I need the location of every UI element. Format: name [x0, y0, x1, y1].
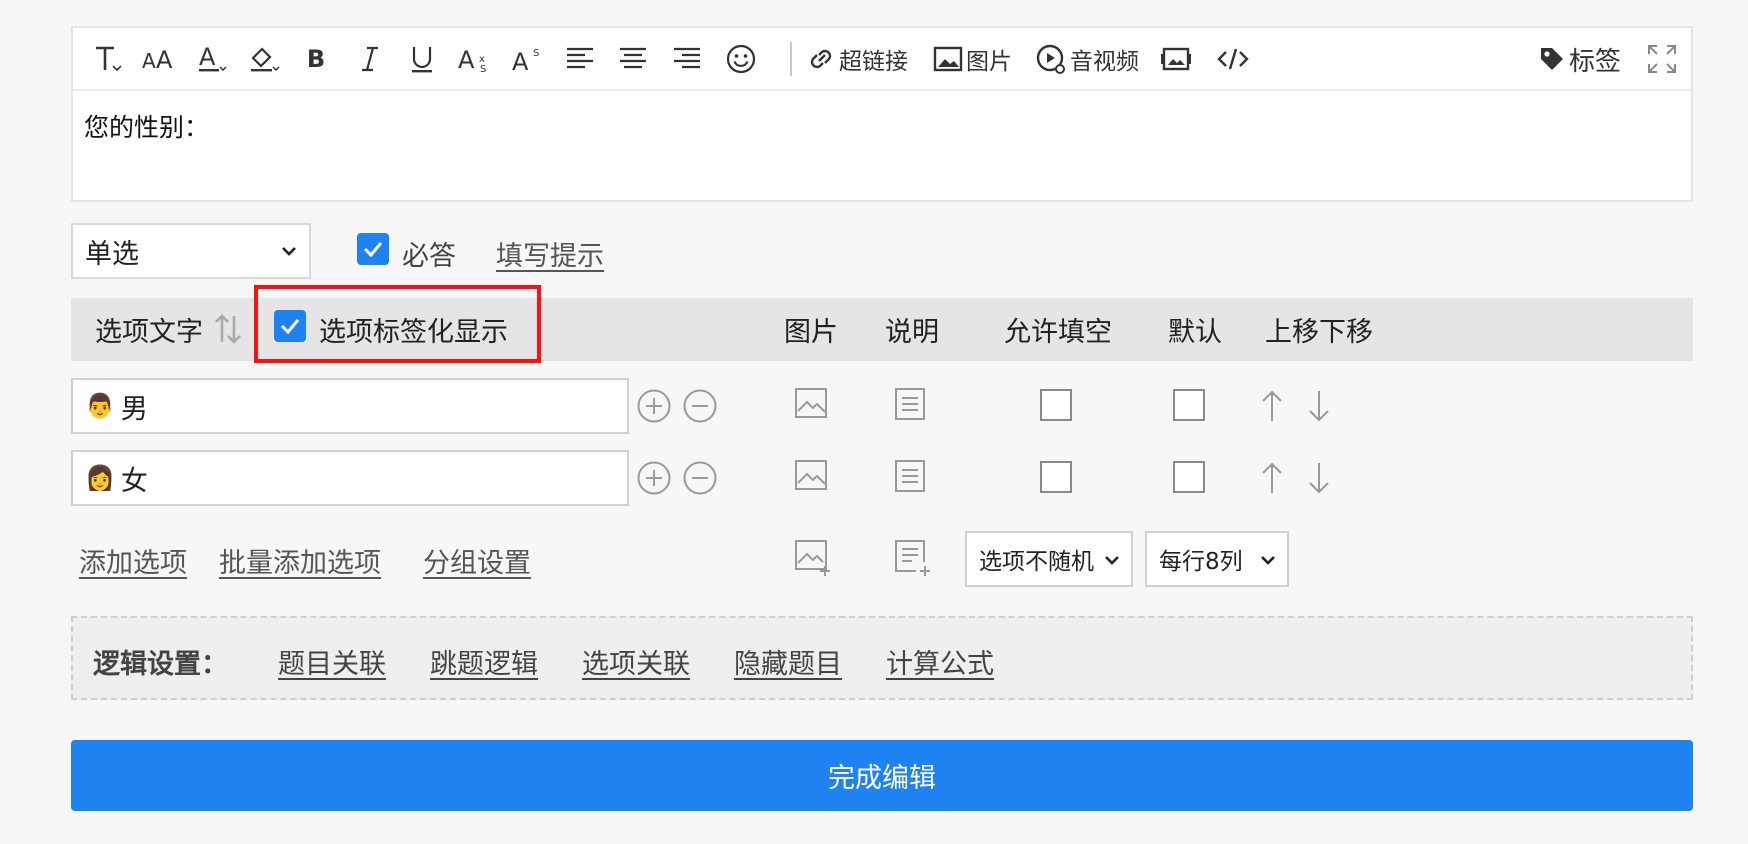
header-default: 默认: [1168, 317, 1222, 348]
tag-button[interactable]: 标签: [1538, 42, 1622, 77]
embed-icon[interactable]: [1159, 42, 1195, 76]
add-option-icon[interactable]: [636, 460, 672, 496]
batch-image-icon[interactable]: [793, 538, 833, 578]
image-label: 图片: [966, 49, 1012, 75]
option-image-icon[interactable]: [793, 458, 829, 494]
option-emoji: 👩: [85, 464, 115, 492]
move-down-icon[interactable]: [1306, 460, 1332, 496]
batch-add-options-link[interactable]: 批量添加选项: [219, 541, 381, 580]
editor-toolbar: AA A B AxS AS 超链接 图片 音视频 标签: [73, 28, 1691, 91]
option-random-select[interactable]: 选项不随机: [965, 531, 1133, 587]
source-code-icon[interactable]: [1215, 42, 1251, 76]
font-size-icon[interactable]: AA: [141, 42, 177, 76]
formula-link[interactable]: 计算公式: [886, 642, 994, 681]
svg-text:S: S: [533, 48, 539, 59]
option-description-icon[interactable]: [893, 386, 927, 422]
columns-per-row-select[interactable]: 每行8列: [1145, 531, 1289, 587]
add-option-link[interactable]: 添加选项: [79, 541, 187, 580]
default-checkbox[interactable]: [1173, 461, 1205, 493]
header-move: 上移下移: [1265, 317, 1373, 348]
required-checkbox[interactable]: [357, 233, 389, 265]
font-color-icon[interactable]: A: [195, 42, 229, 76]
svg-text:A: A: [156, 46, 173, 74]
option-text: 男: [120, 393, 148, 425]
italic-icon[interactable]: [355, 42, 385, 76]
header-description: 说明: [885, 317, 939, 348]
header-image: 图片: [784, 317, 838, 348]
check-icon: [363, 242, 383, 258]
toolbar-separator: [790, 42, 792, 76]
default-checkbox[interactable]: [1173, 389, 1205, 421]
svg-text:S: S: [480, 64, 486, 74]
chevron-down-icon: [1105, 556, 1119, 565]
align-left-icon[interactable]: [563, 42, 597, 76]
remove-option-icon[interactable]: [682, 388, 718, 424]
logic-settings-label: 逻辑设置：: [93, 649, 228, 680]
underline-icon[interactable]: [407, 42, 437, 76]
question-editor[interactable]: AA A B AxS AS 超链接 图片 音视频 标签 您的性别：: [71, 26, 1693, 202]
question-type-value: 单选: [85, 238, 139, 270]
option-input[interactable]: 👨 男: [71, 378, 629, 434]
option-relation-link[interactable]: 选项关联: [582, 642, 690, 681]
bold-icon[interactable]: B: [301, 42, 331, 76]
add-option-icon[interactable]: [636, 388, 672, 424]
group-settings-link[interactable]: 分组设置: [423, 541, 531, 580]
sort-icon[interactable]: [213, 312, 243, 350]
columns-per-row-value: 每行8列: [1159, 549, 1243, 575]
subscript-icon[interactable]: AxS: [457, 42, 493, 76]
required-label: 必答: [402, 241, 456, 272]
align-right-icon[interactable]: [670, 42, 704, 76]
hyperlink-button[interactable]: 超链接: [806, 42, 908, 76]
svg-text:A: A: [512, 48, 529, 74]
move-down-icon[interactable]: [1306, 388, 1332, 424]
option-emoji: 👨: [85, 392, 115, 420]
fill-hint-link[interactable]: 填写提示: [496, 234, 604, 273]
emoji-icon[interactable]: [724, 42, 758, 76]
logic-settings-panel: 逻辑设置： 题目关联 跳题逻辑 选项关联 隐藏题目 计算公式: [71, 616, 1693, 700]
highlight-color-icon[interactable]: [247, 42, 281, 76]
allow-fill-checkbox[interactable]: [1040, 389, 1072, 421]
finish-editing-button[interactable]: 完成编辑: [71, 740, 1693, 811]
skip-logic-link[interactable]: 跳题逻辑: [430, 642, 538, 681]
link-icon: [810, 49, 832, 69]
media-label: 音视频: [1070, 49, 1139, 75]
text-format-icon[interactable]: [91, 42, 125, 76]
remove-option-icon[interactable]: [682, 460, 718, 496]
hyperlink-label: 超链接: [839, 49, 908, 75]
insert-image-button[interactable]: 图片: [933, 42, 1012, 76]
tag-icon: [1541, 48, 1563, 70]
svg-text:A: A: [458, 46, 475, 74]
chevron-down-icon: [282, 247, 296, 256]
move-up-icon[interactable]: [1259, 460, 1285, 496]
tag-label: 标签: [1569, 46, 1622, 77]
highlight-annotation-box: [254, 285, 541, 363]
question-relation-link[interactable]: 题目关联: [278, 642, 386, 681]
option-description-icon[interactable]: [893, 458, 927, 494]
svg-text:A: A: [142, 49, 156, 73]
option-image-icon[interactable]: [793, 386, 829, 422]
insert-media-button[interactable]: 音视频: [1035, 42, 1139, 76]
play-circle-icon: [1036, 44, 1065, 74]
header-allow-fill: 允许填空: [1004, 317, 1112, 348]
header-option-text: 选项文字: [95, 317, 203, 348]
hide-question-link[interactable]: 隐藏题目: [734, 642, 842, 681]
option-random-value: 选项不随机: [979, 549, 1094, 575]
superscript-icon[interactable]: AS: [511, 42, 547, 76]
question-text[interactable]: 您的性别：: [84, 108, 209, 144]
question-type-select[interactable]: 单选: [71, 223, 311, 279]
move-up-icon[interactable]: [1259, 388, 1285, 424]
chevron-down-icon: [1261, 556, 1275, 565]
svg-text:A: A: [199, 43, 216, 71]
image-icon: [933, 46, 963, 72]
option-text: 女: [120, 465, 148, 497]
option-input[interactable]: 👩 女: [71, 450, 629, 506]
allow-fill-checkbox[interactable]: [1040, 461, 1072, 493]
batch-description-icon[interactable]: [893, 538, 933, 578]
fullscreen-icon[interactable]: [1645, 42, 1679, 76]
align-center-icon[interactable]: [616, 42, 650, 76]
